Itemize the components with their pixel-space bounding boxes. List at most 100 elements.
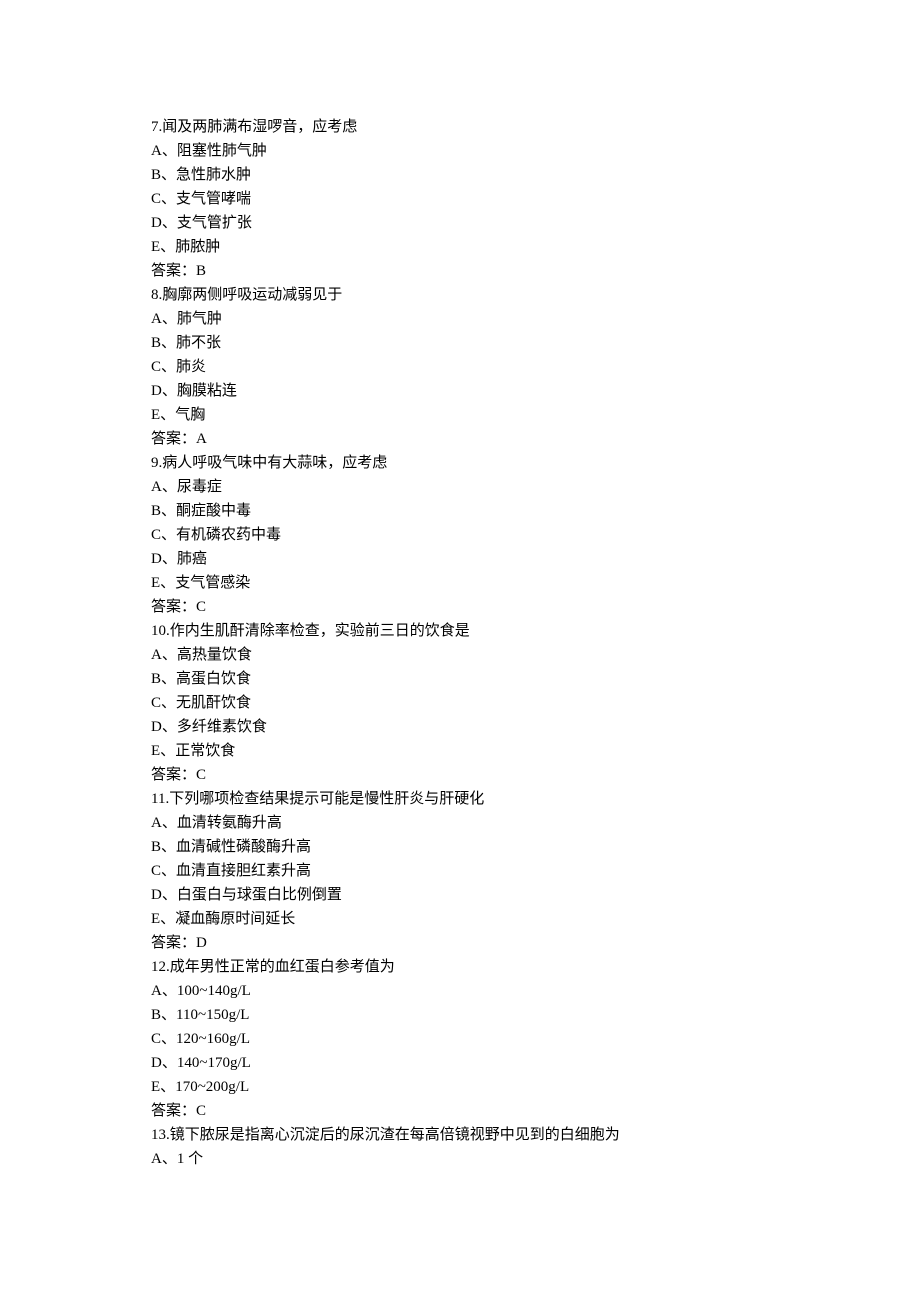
- option-letter: C: [151, 1031, 161, 1047]
- option-separator: 、: [161, 335, 176, 351]
- option-text: 支气管感染: [175, 575, 250, 591]
- option-letter: A: [151, 647, 162, 663]
- answer-line: 答案：A: [151, 427, 920, 451]
- option-letter: D: [151, 1055, 162, 1071]
- option-letter: A: [151, 815, 162, 831]
- option-separator: 、: [161, 1031, 176, 1047]
- option-separator: 、: [161, 695, 176, 711]
- option-line: D、白蛋白与球蛋白比例倒置: [151, 883, 920, 907]
- option-letter: B: [151, 1007, 161, 1023]
- option-text: 肺癌: [177, 551, 207, 567]
- option-separator: 、: [162, 215, 177, 231]
- option-letter: B: [151, 671, 161, 687]
- option-separator: 、: [162, 383, 177, 399]
- question-number: 12.: [151, 959, 170, 975]
- answer-line: 答案：B: [151, 259, 920, 283]
- option-text: 肺脓肿: [175, 239, 220, 255]
- option-line: E、肺脓肿: [151, 235, 920, 259]
- question-number: 8.: [151, 287, 162, 303]
- option-letter: A: [151, 983, 162, 999]
- option-letter: D: [151, 215, 162, 231]
- question-text: 12.成年男性正常的血红蛋白参考值为: [151, 955, 920, 979]
- option-separator: 、: [161, 863, 176, 879]
- option-letter: E: [151, 1079, 160, 1095]
- option-letter: E: [151, 575, 160, 591]
- option-separator: 、: [162, 815, 177, 831]
- option-separator: 、: [161, 527, 176, 543]
- question-stem: 胸廓两侧呼吸运动减弱见于: [162, 287, 342, 303]
- option-line: E、凝血酶原时间延长: [151, 907, 920, 931]
- question-number: 9.: [151, 455, 162, 471]
- option-letter: A: [151, 1151, 162, 1167]
- option-text: 白蛋白与球蛋白比例倒置: [177, 887, 342, 903]
- answer-label: 答案：: [151, 599, 196, 615]
- option-line: B、急性肺水肿: [151, 163, 920, 187]
- answer-label: 答案：: [151, 935, 196, 951]
- option-separator: 、: [160, 407, 175, 423]
- option-separator: 、: [162, 551, 177, 567]
- option-line: B、酮症酸中毒: [151, 499, 920, 523]
- option-line: A、阻塞性肺气肿: [151, 139, 920, 163]
- option-letter: C: [151, 863, 161, 879]
- answer-line: 答案：C: [151, 763, 920, 787]
- option-text: 肺炎: [176, 359, 206, 375]
- answer-label: 答案：: [151, 263, 196, 279]
- option-line: A、高热量饮食: [151, 643, 920, 667]
- option-text: 140~170g/L: [177, 1055, 251, 1071]
- option-line: E、支气管感染: [151, 571, 920, 595]
- option-separator: 、: [160, 911, 175, 927]
- option-separator: 、: [162, 479, 177, 495]
- option-text: 支气管扩张: [177, 215, 252, 231]
- option-letter: D: [151, 887, 162, 903]
- option-line: A、血清转氨酶升高: [151, 811, 920, 835]
- option-line: A、100~140g/L: [151, 979, 920, 1003]
- option-text: 气胸: [175, 407, 205, 423]
- option-text: 肺气肿: [177, 311, 222, 327]
- option-text: 110~150g/L: [176, 1007, 249, 1023]
- question-text: 9.病人呼吸气味中有大蒜味，应考虑: [151, 451, 920, 475]
- option-line: A、尿毒症: [151, 475, 920, 499]
- question-stem: 闻及两肺满布湿啰音，应考虑: [162, 119, 357, 135]
- option-separator: 、: [162, 983, 177, 999]
- question-stem: 下列哪项检查结果提示可能是慢性肝炎与肝硬化: [169, 791, 484, 807]
- option-text: 170~200g/L: [175, 1079, 249, 1095]
- option-letter: E: [151, 407, 160, 423]
- answer-value: C: [196, 1103, 206, 1119]
- answer-value: C: [196, 767, 206, 783]
- option-text: 无肌酐饮食: [176, 695, 251, 711]
- option-letter: D: [151, 551, 162, 567]
- option-text: 1 个: [177, 1151, 203, 1167]
- option-line: C、120~160g/L: [151, 1027, 920, 1051]
- option-letter: C: [151, 527, 161, 543]
- option-letter: B: [151, 839, 161, 855]
- option-letter: B: [151, 503, 161, 519]
- option-letter: C: [151, 359, 161, 375]
- answer-value: C: [196, 599, 206, 615]
- question-number: 10.: [151, 623, 170, 639]
- answer-value: B: [196, 263, 206, 279]
- option-separator: 、: [161, 503, 176, 519]
- answer-label: 答案：: [151, 1103, 196, 1119]
- option-separator: 、: [161, 671, 176, 687]
- option-text: 血清碱性磷酸酶升高: [176, 839, 311, 855]
- option-line: C、无肌酐饮食: [151, 691, 920, 715]
- option-line: B、肺不张: [151, 331, 920, 355]
- option-text: 酮症酸中毒: [176, 503, 251, 519]
- option-line: D、胸膜粘连: [151, 379, 920, 403]
- option-separator: 、: [162, 887, 177, 903]
- option-line: B、血清碱性磷酸酶升高: [151, 835, 920, 859]
- option-text: 血清转氨酶升高: [177, 815, 282, 831]
- answer-value: A: [196, 431, 207, 447]
- option-line: B、高蛋白饮食: [151, 667, 920, 691]
- option-letter: B: [151, 167, 161, 183]
- option-text: 尿毒症: [177, 479, 222, 495]
- option-line: E、气胸: [151, 403, 920, 427]
- option-text: 正常饮食: [175, 743, 235, 759]
- option-separator: 、: [162, 1055, 177, 1071]
- question-text: 8.胸廓两侧呼吸运动减弱见于: [151, 283, 920, 307]
- question-text: 11.下列哪项检查结果提示可能是慢性肝炎与肝硬化: [151, 787, 920, 811]
- question-stem: 镜下脓尿是指离心沉淀后的尿沉渣在每高倍镜视野中见到的白细胞为: [170, 1127, 620, 1143]
- answer-label: 答案：: [151, 767, 196, 783]
- option-letter: D: [151, 719, 162, 735]
- option-separator: 、: [161, 359, 176, 375]
